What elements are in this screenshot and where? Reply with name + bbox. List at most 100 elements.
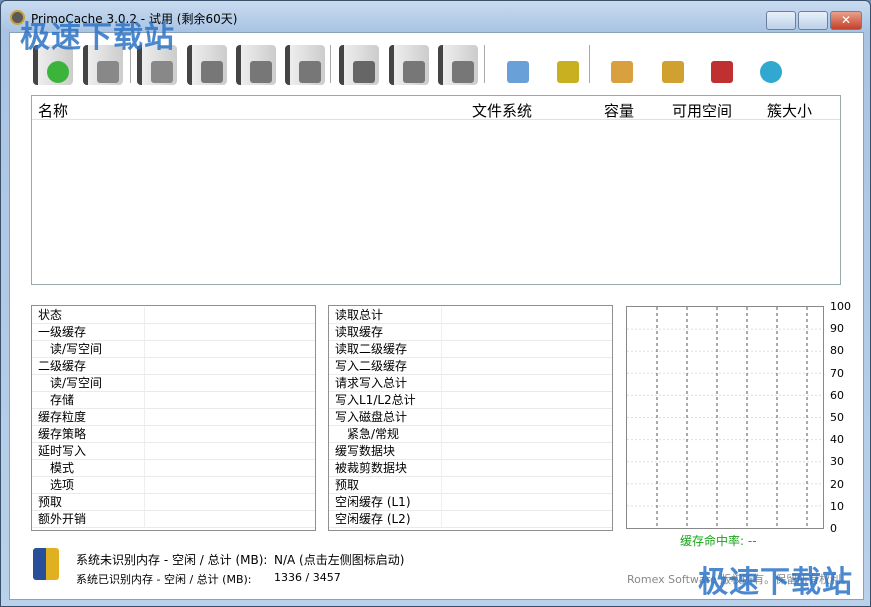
stat-row: 延时写入 [32,443,315,460]
stat-row: 缓写数据块 [329,443,612,460]
stat-label: 存储 [50,393,75,407]
column-cluster-size[interactable]: 簇大小 [767,100,812,121]
stat-label: 空闲缓存 (L1) [335,495,411,509]
stat-label: 二级缓存 [38,359,87,373]
stat-label: 预取 [38,495,63,509]
stat-row: 预取 [329,477,612,494]
stat-row: 缓存粒度 [32,409,315,426]
stat-label: 一级缓存 [38,325,87,339]
column-filesystem[interactable]: 文件系统 [472,100,532,121]
stat-row: 预取 [32,494,315,511]
stat-label: 紧急/常规 [347,427,400,441]
y-tick-label: 90 [830,322,844,336]
minimize-button[interactable] [766,11,796,30]
disk-list[interactable]: 名称 文件系统 容量 可用空间 簇大小 [31,95,841,285]
watermark-logo: 极速下载站 [20,20,175,55]
stat-row: 模式 [32,460,315,477]
unrecognized-memory-label: 系统未识别内存 - 空闲 / 总计 (MB): [76,553,268,567]
chip-settings-button[interactable] [543,45,583,85]
stat-label: 空闲缓存 (L2) [335,512,411,526]
info-icon [760,61,782,83]
stat-row: 缓存策略 [32,426,315,443]
chip-settings-icon [557,61,579,83]
stat-row: 选项 [32,477,315,494]
y-tick-label: 0 [830,522,837,535]
disk-options-icon [97,61,119,83]
disk-play-icon [299,61,321,83]
column-name[interactable]: 名称 [38,100,68,121]
y-tick-label: 10 [830,499,844,513]
disk-play-button[interactable] [285,45,325,85]
stat-row: 写入L1/L2总计 [329,392,612,409]
lock-key-icon [662,61,684,83]
disk-delete-icon [201,61,223,83]
y-tick-label: 80 [830,344,844,358]
toolbar-separator [589,45,590,83]
y-tick-label: 30 [830,455,844,469]
stat-row: 请求写入总计 [329,375,612,392]
stat-row: 读取总计 [329,307,612,324]
timed-pause-button[interactable] [389,45,429,85]
stat-label: 缓存粒度 [38,410,87,424]
toolbar-separator [484,45,485,83]
cache-stats-panel: 读取总计读取缓存读取二级缓存 写入二级缓存 请求写入总计 写入L1/L2总计写入磁盘总… [328,305,613,531]
disk-settings-icon [507,61,529,83]
stat-label: 读/写空间 [50,342,103,356]
y-tick-label: 100 [830,300,851,313]
stat-row: 紧急/常规 [329,426,612,443]
stat-row: 空闲缓存 (L2) [329,511,612,528]
add-disk-icon [47,61,69,83]
timed-play-icon [452,61,474,83]
stat-label: 缓存策略 [38,427,87,441]
disk-pause-icon [250,61,272,83]
stat-label: 预取 [335,478,360,492]
disk-pause-button[interactable] [236,45,276,85]
watermark-logo: 极速下载站 [698,565,853,600]
y-tick-label: 40 [830,433,844,447]
package-settings-button[interactable] [597,45,637,85]
y-tick-label: 50 [830,411,844,424]
stat-row: 存储 [32,392,315,409]
stat-label: 写入二级缓存 [335,359,408,373]
stat-row: 写入磁盘总计 [329,409,612,426]
stat-row: 读/写空间 [32,341,315,358]
y-tick-label: 20 [830,477,844,491]
stat-label: 延时写入 [38,444,87,458]
timed-pause-icon [403,61,425,83]
help-book-button[interactable] [697,45,737,85]
stat-row: 空闲缓存 (L1) [329,494,612,511]
unrecognized-memory-value: N/A (点击左侧图标启动) [274,553,405,567]
stat-label: 缓写数据块 [335,444,396,458]
stat-label: 写入L1/L2总计 [335,393,416,407]
info-button[interactable] [746,45,786,85]
stat-label: 模式 [50,461,75,475]
stat-label: 请求写入总计 [335,376,408,390]
stat-row: 读取缓存 [329,324,612,341]
stat-label: 读取二级缓存 [335,342,408,356]
close-button[interactable]: ✕ [830,11,862,30]
timed-download-button[interactable] [339,45,379,85]
stat-label: 读取总计 [335,308,384,322]
package-settings-icon [611,61,633,83]
memory-tool-icon[interactable] [33,548,59,580]
stat-row: 被裁剪数据块 [329,460,612,477]
stat-row: 读/写空间 [32,375,315,392]
cache-status-panel: 状态 一级缓存 读/写空间 二级缓存 读/写空间 存储 缓存粒度 缓存策略 延时写入 模式 选项 预取… [31,305,316,531]
disk-delete-button[interactable] [187,45,227,85]
disk-settings-button[interactable] [493,45,533,85]
maximize-button[interactable] [798,11,828,30]
stat-row: 读取二级缓存 [329,341,612,358]
stat-row: 状态 [32,307,315,324]
stat-row: 二级缓存 [32,358,315,375]
timed-play-button[interactable] [438,45,478,85]
stat-label: 读/写空间 [50,376,103,390]
hit-rate-label: 缓存命中率: -- [680,534,757,548]
stat-label: 读取缓存 [335,325,384,339]
stat-label: 选项 [50,478,75,492]
column-capacity[interactable]: 容量 [604,100,634,121]
recognized-memory-label: 系统已识别内存 - 空闲 / 总计 (MB): [76,573,252,586]
lock-key-button[interactable] [648,45,688,85]
stat-label: 状态 [38,308,63,322]
column-free-space[interactable]: 可用空间 [672,100,732,121]
y-tick-label: 70 [830,366,844,380]
